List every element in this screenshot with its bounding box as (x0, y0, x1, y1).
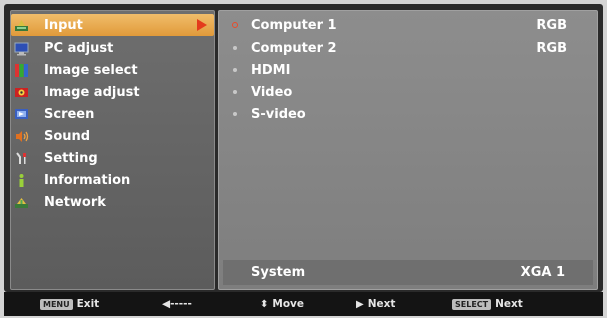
system-label: System (251, 265, 306, 280)
guide-exit: MENU Exit (40, 298, 99, 310)
main-menu-panel: Input PC adjust Image select Image adjus… (10, 10, 215, 290)
menu-item-network[interactable]: Network (11, 191, 214, 213)
screen-icon (14, 107, 29, 122)
input-source-label: HDMI (251, 62, 291, 78)
menu-item-setting[interactable]: Setting (11, 147, 214, 169)
right-arrow-icon: ▶ (356, 298, 364, 310)
input-icon (14, 18, 29, 33)
guide-move: ⬍ Move (260, 298, 304, 310)
guide-select-label: Next (495, 298, 523, 310)
input-source-video[interactable]: Video (219, 81, 597, 103)
select-key-icon: SELECT (452, 298, 492, 310)
input-source-hdmi[interactable]: HDMI (219, 59, 597, 81)
guide-back-label: ◀----- (162, 298, 192, 310)
menu-item-label: Input (44, 17, 83, 33)
input-source-label: Computer 2 (251, 40, 337, 56)
system-status-bar: System XGA 1 (223, 260, 593, 285)
submenu-arrow-icon (197, 19, 207, 31)
pc-adjust-icon (14, 41, 29, 56)
system-value: XGA 1 (520, 265, 565, 280)
button-guide-bar: MENU Exit ◀----- ⬍ Move ▶ Next SELECT Ne… (4, 292, 603, 316)
guide-next-label: Next (367, 298, 396, 310)
guide-select: SELECT Next (452, 298, 523, 310)
input-source-computer-2[interactable]: Computer 2 RGB (219, 37, 597, 59)
input-submenu-panel: Computer 1 RGB Computer 2 RGB HDMI Video… (218, 10, 598, 290)
menu-item-label: Image select (44, 62, 138, 78)
guide-back: ◀----- (162, 298, 192, 310)
guide-exit-label: Exit (76, 298, 100, 310)
guide-next: ▶ Next (356, 298, 395, 310)
menu-item-label: Information (44, 172, 131, 188)
input-source-label: S-video (251, 106, 306, 122)
up-down-arrow-icon: ⬍ (260, 298, 269, 310)
menu-item-label: Sound (44, 128, 91, 144)
menu-item-screen[interactable]: Screen (11, 103, 214, 125)
information-icon (14, 173, 29, 188)
image-adjust-icon (14, 85, 29, 100)
input-source-s-video[interactable]: S-video (219, 103, 597, 125)
input-source-type: RGB (536, 40, 567, 56)
menu-item-label: Image adjust (44, 84, 140, 100)
input-source-label: Video (251, 84, 293, 100)
menu-item-pc-adjust[interactable]: PC adjust (11, 37, 214, 59)
menu-item-information[interactable]: Information (11, 169, 214, 191)
menu-item-label: Setting (44, 150, 98, 166)
menu-item-label: Screen (44, 106, 95, 122)
menu-key-icon: MENU (40, 298, 73, 310)
network-icon (14, 195, 29, 210)
menu-item-sound[interactable]: Sound (11, 125, 214, 147)
input-source-computer-1[interactable]: Computer 1 RGB (219, 14, 597, 36)
menu-item-image-select[interactable]: Image select (11, 59, 214, 81)
image-select-icon (14, 63, 29, 78)
bullet-icon (233, 112, 237, 116)
sound-icon (14, 129, 29, 144)
menu-item-input[interactable]: Input (11, 14, 214, 36)
bullet-icon (233, 46, 237, 50)
input-source-type: RGB (536, 17, 567, 33)
setting-icon (14, 151, 29, 166)
input-source-label: Computer 1 (251, 17, 337, 33)
menu-item-label: Network (44, 194, 106, 210)
selected-radio-icon (232, 22, 238, 28)
bullet-icon (233, 90, 237, 94)
guide-move-label: Move (272, 298, 305, 310)
menu-item-image-adjust[interactable]: Image adjust (11, 81, 214, 103)
menu-item-label: PC adjust (44, 40, 114, 56)
bullet-icon (233, 68, 237, 72)
